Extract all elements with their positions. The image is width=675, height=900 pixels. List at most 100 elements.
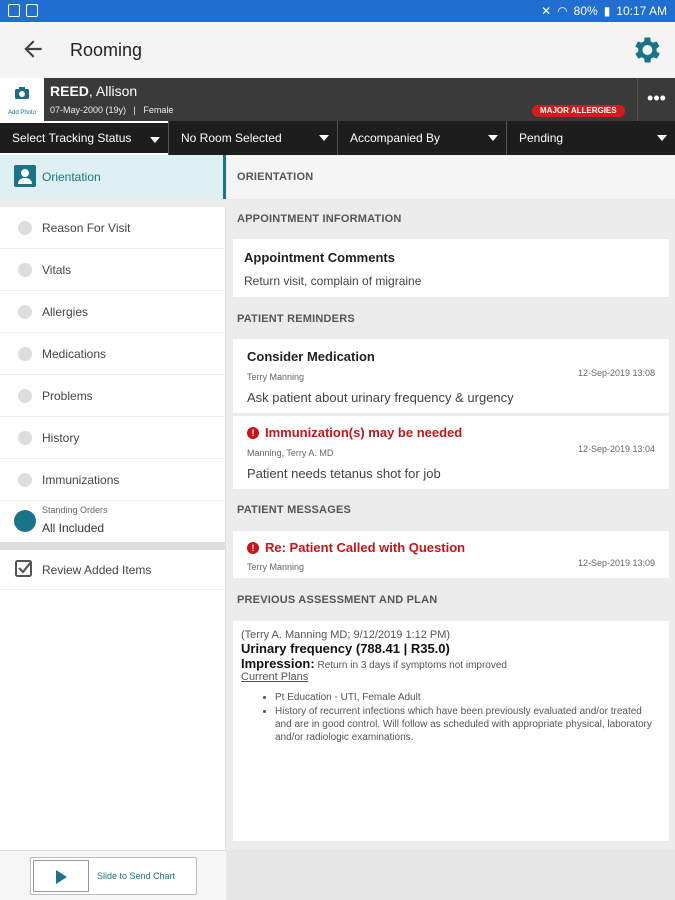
- major-allergies-badge[interactable]: MAJOR ALLERGIES: [532, 105, 625, 117]
- section-header-orientation: ORIENTATION: [227, 155, 675, 199]
- plan-impression: Impression: Return in 3 days if symptoms…: [241, 656, 661, 671]
- dropdown-label: Select Tracking Status: [12, 131, 132, 145]
- plan-bullets: Pt Education - UTI, Female Adult History…: [275, 691, 661, 744]
- plan-diagnosis: Urinary frequency (788.41 | R35.0): [241, 641, 450, 656]
- message-card[interactable]: ! Re: Patient Called with Question Terry …: [233, 531, 669, 578]
- checklist-icon: [15, 560, 32, 577]
- message-timestamp: 12-Sep-2019 13:09: [577, 558, 655, 568]
- patient-demographics: 07-May-2000 (19y) | Female: [50, 105, 174, 115]
- add-photo-button[interactable]: Add Photo: [0, 78, 44, 121]
- sidebar-item-label: Medications: [42, 347, 107, 361]
- reminder-title: ! Immunization(s) may be needed: [247, 425, 462, 440]
- reminder-title-text: Immunization(s) may be needed: [265, 425, 463, 440]
- status-dot-icon: [18, 431, 32, 445]
- wifi-icon: ◠: [557, 4, 568, 18]
- status-dot-icon: [18, 263, 32, 277]
- message-title-text: Re: Patient Called with Question: [265, 540, 466, 555]
- reminder-title: Consider Medication: [247, 349, 375, 364]
- sidebar-item-review-added-items[interactable]: Review Added Items: [0, 550, 226, 590]
- patient-banner: Add Photo REED, Allison 07-May-2000 (19y…: [0, 78, 675, 121]
- reminder-body: Ask patient about urinary frequency & ur…: [247, 390, 514, 405]
- sidebar-item-history[interactable]: History: [0, 417, 226, 459]
- sidebar-item-problems[interactable]: Problems: [0, 375, 226, 417]
- sidebar-item-immunizations[interactable]: Immunizations: [0, 459, 226, 501]
- app-bar: Rooming: [0, 22, 675, 78]
- sidebar-item-allergies[interactable]: Allergies: [0, 291, 226, 333]
- complete-status-icon: [14, 510, 36, 532]
- caret-down-icon: [657, 135, 667, 141]
- status-dropdown[interactable]: Pending: [506, 121, 675, 155]
- card-body: Return visit, complain of migraine: [244, 274, 422, 288]
- sidebar-item-label: Immunizations: [42, 473, 120, 487]
- status-dot-icon: [18, 221, 32, 235]
- divider: [0, 199, 226, 207]
- reminder-card[interactable]: Consider Medication Terry Manning 12-Sep…: [233, 339, 669, 413]
- standing-orders-value: All Included: [42, 521, 105, 535]
- room-dropdown[interactable]: No Room Selected: [168, 121, 337, 155]
- appointment-comments-card[interactable]: Appointment Comments Return visit, compl…: [233, 239, 669, 297]
- main-content: ORIENTATION APPOINTMENT INFORMATION Appo…: [227, 155, 675, 900]
- divider: [0, 542, 226, 550]
- play-arrow-icon[interactable]: [33, 860, 89, 892]
- rooming-filters: Select Tracking Status No Room Selected …: [0, 121, 675, 155]
- status-bar: ✕ ◠ 80% ▮ 10:17 AM: [0, 0, 675, 22]
- tracking-status-dropdown[interactable]: Select Tracking Status: [0, 121, 168, 155]
- alert-icon: !: [247, 542, 259, 554]
- plan-bullet: Pt Education - UTI, Female Adult: [275, 691, 661, 704]
- battery-level: 80%: [573, 4, 598, 18]
- message-author: Terry Manning: [247, 562, 305, 572]
- reminder-timestamp: 12-Sep-2019 13:04: [577, 444, 655, 454]
- sidebar-item-orientation[interactable]: Orientation: [0, 155, 226, 199]
- notification-icons: [8, 4, 38, 17]
- section-header-plan: PREVIOUS ASSESSMENT AND PLAN: [237, 594, 438, 606]
- alert-icon: !: [247, 427, 259, 439]
- slide-label: Slide to Send Chart: [97, 871, 176, 881]
- dropdown-label: Accompanied By: [350, 131, 441, 145]
- reminder-body: Patient needs tetanus shot for job: [247, 466, 441, 481]
- message-title: ! Re: Patient Called with Question: [247, 540, 465, 555]
- slide-to-send-slider[interactable]: Slide to Send Chart: [30, 857, 197, 895]
- sidebar-item-label: Reason For Visit: [42, 221, 131, 235]
- patient-last-name: REED: [50, 83, 89, 99]
- download-notification-icon: [26, 4, 38, 17]
- standing-orders-title: Standing Orders: [42, 505, 108, 515]
- section-header-reminders: PATIENT REMINDERS: [237, 313, 355, 325]
- status-dot-icon: [18, 389, 32, 403]
- patient-first-name: , Allison: [88, 83, 138, 99]
- mute-icon: ✕: [541, 4, 552, 18]
- previous-plan-card: (Terry A. Manning MD; 9/12/2019 1:12 PM)…: [233, 621, 669, 841]
- sidebar-item-label: Orientation: [42, 170, 101, 184]
- plan-bullet: History of recurrent infections which ha…: [275, 705, 661, 744]
- sidebar-item-label: Vitals: [42, 263, 72, 277]
- back-arrow-icon[interactable]: [20, 36, 46, 62]
- caret-down-icon: [319, 135, 329, 141]
- sidebar-item-medications[interactable]: Medications: [0, 333, 226, 375]
- reminder-author: Manning, Terry A. MD: [247, 448, 334, 458]
- clock: 10:17 AM: [616, 4, 667, 18]
- page-title: Rooming: [70, 40, 143, 60]
- gear-icon[interactable]: [629, 33, 663, 67]
- more-options-button[interactable]: •••: [637, 78, 675, 121]
- dropdown-label: Pending: [519, 131, 564, 145]
- current-plans-link[interactable]: Current Plans: [241, 671, 661, 683]
- status-dot-icon: [18, 305, 32, 319]
- sidebar-item-standing-orders[interactable]: Standing Orders All Included: [0, 500, 226, 542]
- patient-name: REED, Allison: [50, 83, 137, 99]
- dropdown-label: No Room Selected: [181, 131, 282, 145]
- battery-icon: ▮: [603, 4, 611, 18]
- impression-text: Return in 3 days if symptoms not improve…: [314, 660, 507, 671]
- sidebar-item-vitals[interactable]: Vitals: [0, 249, 226, 291]
- accompanied-by-dropdown[interactable]: Accompanied By: [337, 121, 506, 155]
- system-status: ✕ ◠ 80% ▮ 10:17 AM: [541, 4, 667, 18]
- sidebar-item-label: History: [42, 431, 80, 445]
- add-photo-label: Add Photo: [7, 110, 37, 116]
- sidebar-item-label: Allergies: [42, 305, 89, 319]
- image-notification-icon: [8, 4, 20, 17]
- person-icon: [14, 165, 36, 187]
- sidebar: Orientation Reason For Visit Vitals Alle…: [0, 155, 226, 900]
- status-dot-icon: [18, 473, 32, 487]
- reminder-card[interactable]: ! Immunization(s) may be needed Manning, …: [233, 416, 669, 489]
- sidebar-item-reason-for-visit[interactable]: Reason For Visit: [0, 207, 226, 249]
- sidebar-item-label: Problems: [42, 389, 93, 403]
- status-dot-icon: [18, 347, 32, 361]
